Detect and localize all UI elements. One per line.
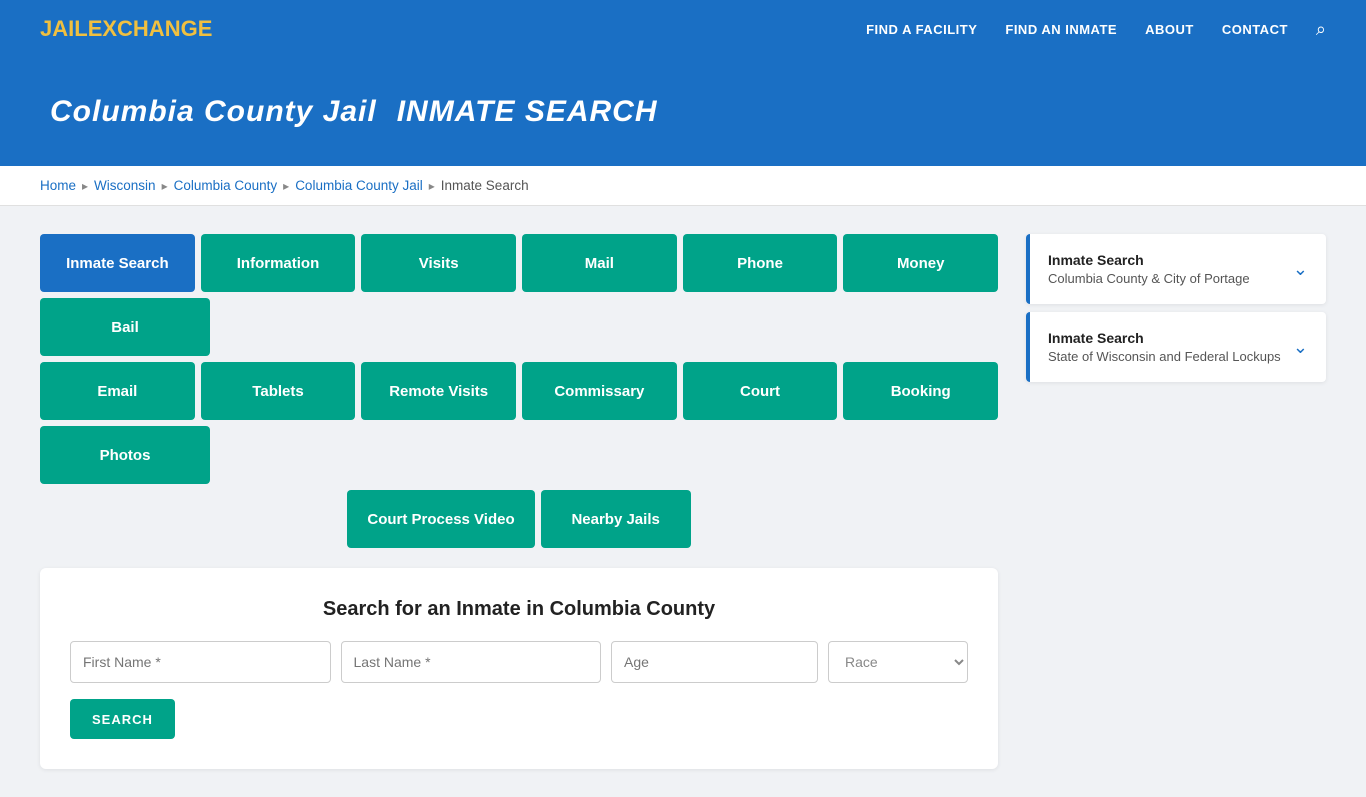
breadcrumb-bar: Home ▸ Wisconsin ▸ Columbia County ▸ Col… — [0, 166, 1366, 206]
search-title: Search for an Inmate in Columbia County — [70, 598, 968, 621]
search-icon[interactable]: ⌕ — [1316, 19, 1326, 40]
site-header: JAILEXCHANGE FIND A FACILITY FIND AN INM… — [0, 0, 1366, 58]
breadcrumb-sep-4: ▸ — [429, 179, 435, 193]
nav-find-facility[interactable]: FIND A FACILITY — [866, 22, 977, 37]
tab-money[interactable]: Money — [843, 234, 998, 292]
nav-about[interactable]: ABOUT — [1145, 22, 1194, 37]
breadcrumb-columbia-county[interactable]: Columbia County — [174, 178, 278, 193]
sidebar-item-2-text: Inmate Search State of Wisconsin and Fed… — [1048, 330, 1281, 364]
page-title: Columbia County Jail INMATE SEARCH — [40, 88, 1326, 130]
breadcrumb: Home ▸ Wisconsin ▸ Columbia County ▸ Col… — [40, 178, 1326, 193]
search-fields: Race White Black Hispanic Asian Other — [70, 641, 968, 683]
race-field: Race White Black Hispanic Asian Other — [828, 641, 968, 683]
search-button[interactable]: SEARCH — [70, 699, 175, 739]
tab-mail[interactable]: Mail — [522, 234, 677, 292]
main-nav: FIND A FACILITY FIND AN INMATE ABOUT CON… — [866, 19, 1326, 40]
breadcrumb-home[interactable]: Home — [40, 178, 76, 193]
tab-bail[interactable]: Bail — [40, 298, 210, 356]
tab-court[interactable]: Court — [683, 362, 838, 420]
nav-find-inmate[interactable]: FIND AN INMATE — [1005, 22, 1117, 37]
last-name-input[interactable] — [341, 641, 602, 683]
tabs-row-2: Email Tablets Remote Visits Commissary C… — [40, 362, 998, 484]
sidebar-card-1: Inmate Search Columbia County & City of … — [1026, 234, 1326, 304]
right-sidebar: Inmate Search Columbia County & City of … — [1026, 234, 1326, 769]
chevron-down-icon-1: ⌄ — [1293, 259, 1308, 280]
tab-email[interactable]: Email — [40, 362, 195, 420]
logo-jail: JAIL — [40, 16, 88, 41]
tab-tablets[interactable]: Tablets — [201, 362, 356, 420]
sidebar-item-1-title: Inmate Search — [1048, 252, 1250, 268]
sidebar-item-2[interactable]: Inmate Search State of Wisconsin and Fed… — [1026, 312, 1326, 382]
age-input[interactable] — [611, 641, 818, 683]
left-column: Inmate Search Information Visits Mail Ph… — [40, 234, 998, 769]
first-name-input[interactable] — [70, 641, 331, 683]
sidebar-item-2-subtitle: State of Wisconsin and Federal Lockups — [1048, 349, 1281, 364]
breadcrumb-sep-2: ▸ — [162, 179, 168, 193]
tab-information[interactable]: Information — [201, 234, 356, 292]
tab-photos[interactable]: Photos — [40, 426, 210, 484]
race-select[interactable]: Race White Black Hispanic Asian Other — [828, 641, 968, 683]
site-logo[interactable]: JAILEXCHANGE — [40, 16, 212, 42]
sidebar-item-1-subtitle: Columbia County & City of Portage — [1048, 271, 1250, 286]
breadcrumb-sep-3: ▸ — [283, 179, 289, 193]
tab-inmate-search[interactable]: Inmate Search — [40, 234, 195, 292]
logo-exchange: EXCHANGE — [88, 16, 213, 41]
search-card: Search for an Inmate in Columbia County … — [40, 568, 998, 769]
breadcrumb-current: Inmate Search — [441, 178, 529, 193]
nav-contact[interactable]: CONTACT — [1222, 22, 1288, 37]
hero-section: Columbia County Jail INMATE SEARCH — [0, 58, 1366, 166]
tab-booking[interactable]: Booking — [843, 362, 998, 420]
chevron-down-icon-2: ⌄ — [1293, 337, 1308, 358]
sidebar-card-2: Inmate Search State of Wisconsin and Fed… — [1026, 312, 1326, 382]
tab-visits[interactable]: Visits — [361, 234, 516, 292]
sidebar-item-2-title: Inmate Search — [1048, 330, 1281, 346]
tab-remote-visits[interactable]: Remote Visits — [361, 362, 516, 420]
sidebar-item-1[interactable]: Inmate Search Columbia County & City of … — [1026, 234, 1326, 304]
tab-court-process-video[interactable]: Court Process Video — [347, 490, 534, 548]
tab-nearby-jails[interactable]: Nearby Jails — [541, 490, 691, 548]
sidebar-item-1-text: Inmate Search Columbia County & City of … — [1048, 252, 1250, 286]
tabs-row-3: Court Process Video Nearby Jails — [40, 490, 998, 548]
breadcrumb-sep-1: ▸ — [82, 179, 88, 193]
main-content: Inmate Search Information Visits Mail Ph… — [0, 206, 1366, 797]
tab-commissary[interactable]: Commissary — [522, 362, 677, 420]
tabs-row-1: Inmate Search Information Visits Mail Ph… — [40, 234, 998, 356]
breadcrumb-columbia-county-jail[interactable]: Columbia County Jail — [295, 178, 423, 193]
breadcrumb-wisconsin[interactable]: Wisconsin — [94, 178, 156, 193]
tab-phone[interactable]: Phone — [683, 234, 838, 292]
